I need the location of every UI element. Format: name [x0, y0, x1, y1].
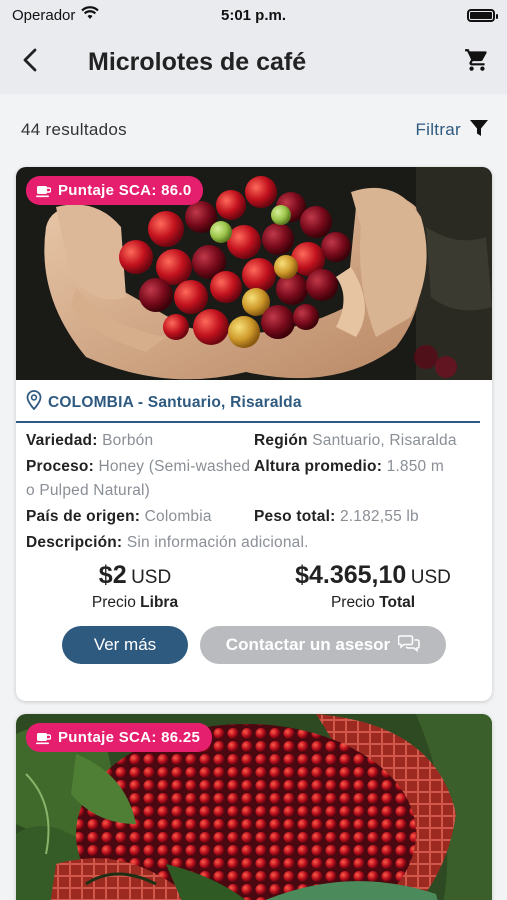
sca-score-badge: Puntaje SCA: 86.0 [26, 176, 204, 205]
price-total-currency: USD [410, 567, 451, 588]
region-value: Santuario, Risaralda [312, 432, 457, 449]
filter-label: Filtrar [415, 120, 461, 139]
price-total-caption-prefix: Precio [330, 594, 375, 611]
altitude-detail: Altura promedio: 1.850 m [254, 455, 492, 503]
chevron-left-icon [23, 48, 37, 77]
description-value: Sin información adicional. [126, 534, 309, 551]
price-per-lb-caption-bold: Libra [140, 594, 179, 611]
region-label: Región [254, 432, 308, 449]
price-per-lb-caption: Precio Libra [16, 594, 254, 612]
results-row: 44 resultados Filtrar [0, 110, 507, 150]
contact-advisor-button[interactable]: Contactar un asesor [200, 626, 446, 664]
sca-score-text: Puntaje SCA: 86.0 [58, 182, 192, 199]
status-bar: Operador 5:01 p.m. [0, 0, 507, 30]
wifi-icon [81, 6, 100, 24]
price-total-caption-bold: Total [379, 594, 416, 611]
cart-button[interactable] [447, 30, 507, 94]
coffee-cherries-image: Puntaje SCA: 86.0 [16, 167, 492, 380]
coffee-cup-icon [36, 184, 51, 198]
back-button[interactable] [0, 30, 60, 94]
status-time: 5:01 p.m. [220, 6, 287, 24]
altitude-label: Altura promedio: [254, 458, 383, 475]
sca-score-badge: Puntaje SCA: 86.25 [26, 723, 213, 752]
microlot-card: Puntaje SCA: 86.25 [16, 714, 492, 900]
variety-label: Variedad: [26, 432, 98, 449]
origin-value: Colombia [144, 508, 212, 525]
price-per-lb-currency: USD [131, 567, 172, 588]
battery-level [470, 11, 492, 19]
process-detail: Proceso: Honey (Semi-washed o Pulped Nat… [26, 455, 254, 503]
price-per-lb-caption-prefix: Precio [91, 594, 136, 611]
weight-value: 2.182,55 lb [339, 508, 419, 525]
funnel-icon [469, 118, 489, 143]
region-detail: Región Santuario, Risaralda [254, 429, 492, 453]
status-left: Operador [12, 6, 182, 24]
sca-score-text: Puntaje SCA: 86.25 [58, 729, 201, 746]
price-per-lb: $2 USD Precio Libra [16, 561, 254, 612]
coffee-basket-image: Puntaje SCA: 86.25 [16, 714, 492, 900]
location-row: COLOMBIA - Santuario, Risaralda [16, 380, 480, 423]
status-right [325, 8, 498, 22]
cart-icon [464, 47, 490, 78]
price-per-lb-value: $2 [98, 561, 127, 589]
price-total: $4.365,10 USD Precio Total [254, 561, 492, 612]
altitude-value: 1.850 m [386, 458, 444, 475]
see-more-button[interactable]: Ver más [62, 626, 188, 664]
microlot-card: Puntaje SCA: 86.0 COLOMBIA - Santuario, … [16, 167, 492, 701]
variety-detail: Variedad: Borbón [26, 429, 254, 453]
location-text: COLOMBIA - Santuario, Risaralda [48, 393, 302, 411]
origin-label: País de origen: [26, 508, 141, 525]
battery-icon [467, 8, 498, 22]
price-total-caption: Precio Total [254, 594, 492, 612]
variety-value: Borbón [102, 432, 154, 449]
description-detail: Descripción: Sin información adicional. [26, 531, 492, 555]
page-title: Microlotes de café [88, 47, 307, 76]
results-count: 44 resultados [21, 120, 127, 139]
weight-detail: Peso total: 2.182,55 lb [254, 505, 492, 529]
process-label: Proceso: [26, 458, 94, 475]
details-grid: Variedad: Borbón Región Santuario, Risar… [16, 423, 492, 555]
nav-bar: Microlotes de café [0, 30, 507, 94]
origin-detail: País de origen: Colombia [26, 505, 254, 529]
price-total-value: $4.365,10 [295, 561, 407, 589]
carrier-label: Operador [12, 6, 76, 24]
weight-label: Peso total: [254, 508, 336, 525]
card-actions: Ver más Contactar un asesor [16, 612, 492, 664]
coffee-cup-icon [36, 731, 51, 745]
prices-row: $2 USD Precio Libra $4.365,10 USD Precio… [16, 555, 492, 612]
chat-bubbles-icon [397, 634, 420, 657]
contact-advisor-label: Contactar un asesor [225, 635, 391, 654]
description-label: Descripción: [26, 534, 123, 551]
filter-button[interactable]: Filtrar [415, 118, 489, 143]
location-pin-icon [26, 390, 42, 415]
